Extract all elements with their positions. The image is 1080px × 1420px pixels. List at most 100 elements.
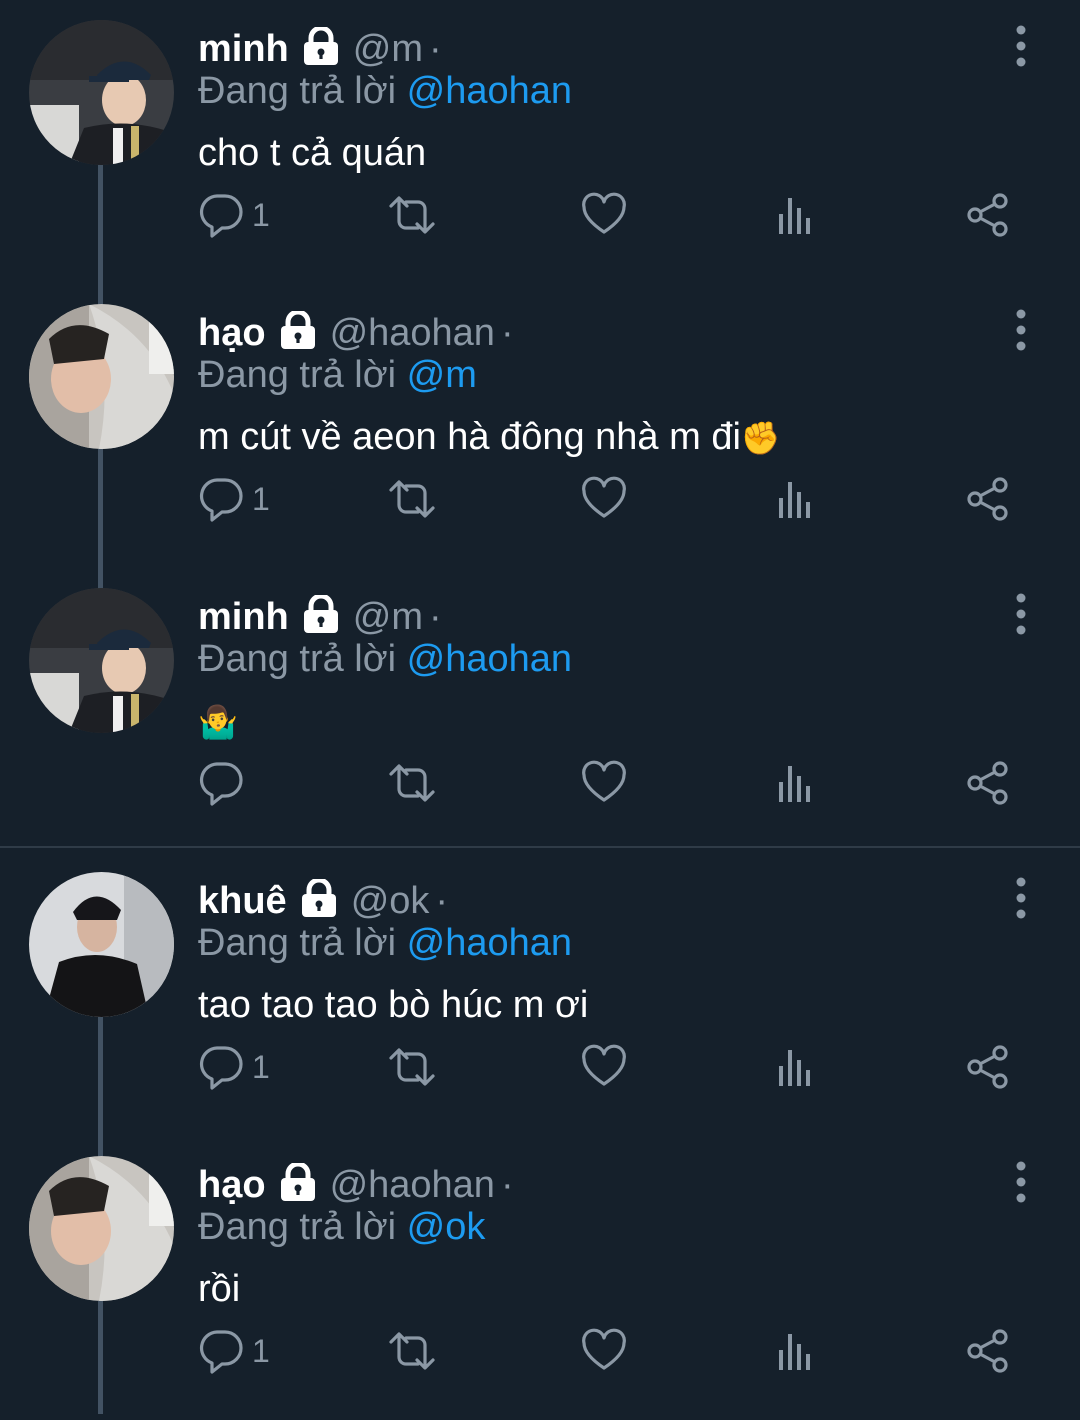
like-icon	[581, 1328, 627, 1374]
reply-icon	[198, 192, 244, 238]
display-name[interactable]: khuê	[198, 880, 287, 923]
retweet-button[interactable]	[387, 190, 437, 240]
share-button[interactable]	[965, 474, 1011, 524]
retweet-icon	[387, 476, 437, 522]
reply-button[interactable]	[198, 758, 252, 808]
share-button[interactable]	[965, 1042, 1011, 1092]
views-button[interactable]	[776, 1042, 816, 1092]
display-name[interactable]: hạo	[198, 1164, 266, 1207]
more-vertical-icon	[1010, 1160, 1032, 1204]
lock-icon	[278, 1163, 318, 1208]
user-handle[interactable]: @haohan	[330, 312, 495, 355]
retweet-button[interactable]	[387, 474, 437, 524]
display-name[interactable]: minh	[198, 28, 289, 71]
user-handle[interactable]: @ok	[351, 880, 430, 923]
reply-button[interactable]: 1	[198, 1042, 270, 1092]
tweet-actions: 1	[198, 474, 1018, 524]
separator-dot: ·	[435, 879, 449, 922]
like-button[interactable]	[581, 1042, 627, 1092]
retweet-icon	[387, 760, 437, 806]
like-button[interactable]	[581, 758, 627, 808]
reply-count: 1	[252, 1048, 270, 1085]
reply-button[interactable]: 1	[198, 474, 270, 524]
retweet-button[interactable]	[387, 1042, 437, 1092]
user-handle[interactable]: @m	[353, 28, 423, 71]
separator-dot: ·	[500, 311, 514, 354]
avatar[interactable]	[29, 588, 174, 733]
avatar[interactable]	[29, 304, 174, 449]
more-vertical-icon	[1010, 24, 1032, 68]
avatar[interactable]	[29, 1156, 174, 1301]
like-button[interactable]	[581, 474, 627, 524]
tweet[interactable]: minh @m · Đang trả lời @haohan cho t cả quán…	[0, 0, 1080, 284]
share-button[interactable]	[965, 1326, 1011, 1376]
user-handle[interactable]: @m	[353, 596, 423, 639]
mention-link[interactable]: @haohan	[407, 922, 572, 964]
avatar[interactable]	[29, 20, 174, 165]
reply-button[interactable]: 1	[198, 190, 270, 240]
replying-to-label: Đang trả lời	[198, 354, 397, 396]
like-icon	[581, 476, 627, 522]
separator-dot: ·	[429, 27, 442, 70]
like-button[interactable]	[581, 190, 627, 240]
tweet-text-content: cho t cả quán	[198, 132, 427, 174]
more-options-button[interactable]	[1010, 308, 1032, 352]
tweet[interactable]: minh @m · Đang trả lời @haohan 🤷‍♂️	[0, 568, 1080, 852]
tweet-header: minh @m ·	[198, 592, 442, 642]
replying-to-label: Đang trả lời	[198, 1206, 397, 1248]
tweet[interactable]: hạo @haohan · Đang trả lời @m m cút về aeon …	[0, 284, 1080, 568]
share-icon	[965, 1044, 1011, 1090]
tweet-text: rồi	[198, 1268, 240, 1311]
display-name[interactable]: minh	[198, 596, 289, 639]
share-button[interactable]	[965, 758, 1011, 808]
lock-icon	[299, 879, 339, 924]
replying-to-label: Đang trả lời	[198, 922, 397, 964]
reply-icon	[198, 760, 244, 806]
more-options-button[interactable]	[1010, 1160, 1032, 1204]
mention-link[interactable]: @haohan	[407, 70, 572, 112]
more-options-button[interactable]	[1010, 592, 1032, 636]
display-name[interactable]: hạo	[198, 312, 266, 355]
share-icon	[965, 760, 1011, 806]
tweet-actions	[198, 758, 1018, 808]
retweet-icon	[387, 192, 437, 238]
views-icon	[776, 476, 816, 522]
tweet-actions: 1	[198, 1326, 1018, 1376]
reply-button[interactable]: 1	[198, 1326, 270, 1376]
views-button[interactable]	[776, 758, 816, 808]
like-button[interactable]	[581, 1326, 627, 1376]
views-button[interactable]	[776, 190, 816, 240]
tweet[interactable]: hạo @haohan · Đang trả lời @ok rồi 1	[0, 1136, 1080, 1420]
tweet[interactable]: khuê @ok · Đang trả lời @haohan tao tao tao …	[0, 852, 1080, 1136]
mention-link[interactable]: @haohan	[407, 638, 572, 680]
tweet-text: tao tao tao bò húc m ơi	[198, 984, 588, 1027]
views-button[interactable]	[776, 1326, 816, 1376]
mention-link[interactable]: @m	[407, 354, 477, 396]
more-options-button[interactable]	[1010, 876, 1032, 920]
views-button[interactable]	[776, 474, 816, 524]
tweet-text: 🤷‍♂️	[198, 700, 238, 743]
tweet-text-content: m cút về aeon hà đông nhà m đi	[198, 416, 741, 458]
replying-to: Đang trả lời @m	[198, 354, 477, 397]
replying-to-label: Đang trả lời	[198, 70, 397, 112]
reply-icon	[198, 1044, 244, 1090]
avatar[interactable]	[29, 872, 174, 1017]
views-icon	[776, 192, 816, 238]
views-icon	[776, 1328, 816, 1374]
lock-icon	[278, 311, 318, 356]
reply-count: 1	[252, 480, 270, 517]
retweet-button[interactable]	[387, 758, 437, 808]
lock-icon	[301, 595, 341, 640]
replying-to-label: Đang trả lời	[198, 638, 397, 680]
like-icon	[581, 1044, 627, 1090]
user-handle[interactable]: @haohan	[330, 1164, 495, 1207]
more-vertical-icon	[1010, 876, 1032, 920]
views-icon	[776, 1044, 816, 1090]
share-button[interactable]	[965, 190, 1011, 240]
separator-dot: ·	[429, 595, 442, 638]
retweet-button[interactable]	[387, 1326, 437, 1376]
mention-link[interactable]: @ok	[407, 1206, 486, 1248]
more-options-button[interactable]	[1010, 24, 1032, 68]
replying-to: Đang trả lời @haohan	[198, 638, 572, 681]
tweet-text-content: rồi	[198, 1268, 241, 1310]
